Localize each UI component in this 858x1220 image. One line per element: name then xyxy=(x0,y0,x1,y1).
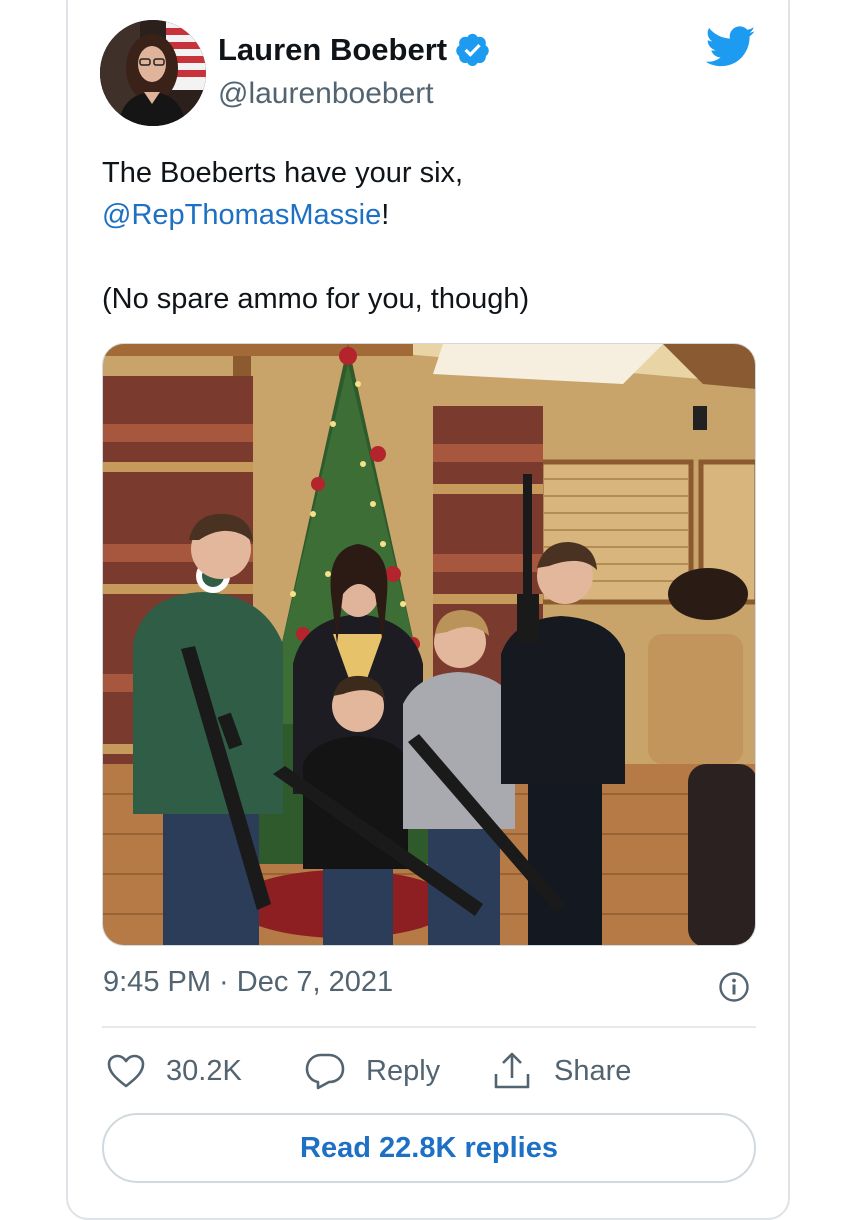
avatar[interactable] xyxy=(100,20,206,126)
mention-suffix: ! xyxy=(381,199,390,231)
tweet-photo[interactable] xyxy=(102,343,756,946)
like-button[interactable]: 30.2K xyxy=(106,1048,242,1094)
verified-badge-icon xyxy=(456,33,489,66)
author-handle[interactable]: @laurenboebert xyxy=(218,77,434,111)
share-icon xyxy=(494,1052,530,1089)
tweet-line-2: @RepThomasMassie! xyxy=(102,194,742,236)
heart-icon xyxy=(107,1054,145,1088)
like-count: 30.2K xyxy=(166,1054,242,1087)
read-replies-button[interactable]: Read 22.8K replies xyxy=(102,1113,756,1183)
tweet-line-3: (No spare ammo for you, though) xyxy=(102,283,530,315)
tweet-text: The Boeberts have your six, @RepThomasMa… xyxy=(102,152,742,320)
author-name-row[interactable]: Lauren Boebert xyxy=(218,32,491,68)
info-icon[interactable] xyxy=(718,971,750,1003)
author-name[interactable]: Lauren Boebert xyxy=(218,32,447,68)
tweet-timestamp[interactable]: 9:45 PM · Dec 7, 2021 xyxy=(103,966,393,999)
photo-scene xyxy=(103,344,755,945)
reply-label: Reply xyxy=(366,1054,441,1087)
read-replies-label: Read 22.8K replies xyxy=(300,1131,558,1164)
divider xyxy=(102,1026,756,1028)
reply-bubble-icon xyxy=(305,1053,345,1090)
reply-button[interactable]: Reply xyxy=(304,1048,440,1094)
share-label: Share xyxy=(554,1054,632,1087)
twitter-bird-icon[interactable] xyxy=(706,26,756,68)
tweet-line-1: The Boeberts have your six, xyxy=(102,157,464,189)
share-button[interactable]: Share xyxy=(492,1048,631,1094)
mention-link[interactable]: @RepThomasMassie xyxy=(102,199,381,231)
